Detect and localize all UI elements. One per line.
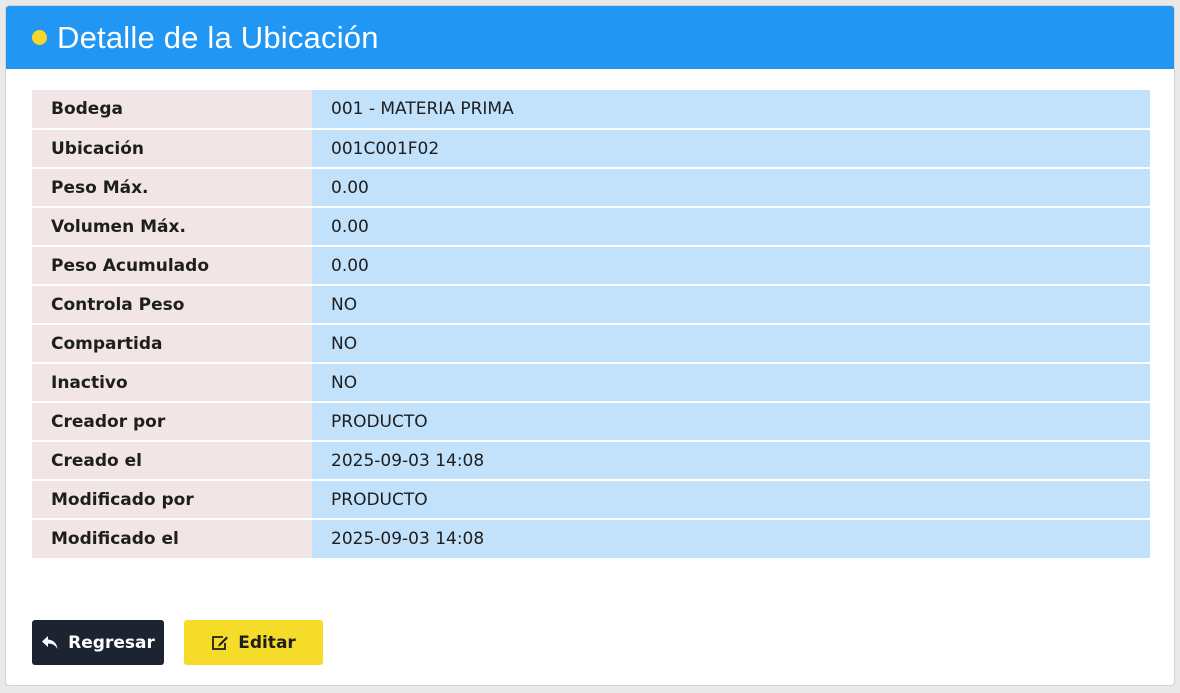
row-value: 2025-09-03 14:08 [312, 519, 1150, 558]
card-header: Detalle de la Ubicación [6, 6, 1174, 69]
row-value: PRODUCTO [312, 402, 1150, 442]
status-dot-icon [32, 30, 47, 45]
row-label: Peso Acumulado [32, 246, 312, 286]
row-label: Modificado el [32, 519, 312, 558]
table-row: Inactivo NO [32, 363, 1150, 403]
row-value: 001 - MATERIA PRIMA [312, 90, 1150, 130]
table-row: Compartida NO [32, 324, 1150, 364]
row-label: Volumen Máx. [32, 207, 312, 247]
location-detail-card: Detalle de la Ubicación Bodega 001 - MAT… [5, 5, 1175, 686]
row-value: 0.00 [312, 168, 1150, 208]
table-row: Creador por PRODUCTO [32, 402, 1150, 442]
table-row: Peso Acumulado 0.00 [32, 246, 1150, 286]
edit-button[interactable]: Editar [184, 620, 323, 665]
table-row: Modificado por PRODUCTO [32, 480, 1150, 520]
row-value: 0.00 [312, 207, 1150, 247]
row-value: 001C001F02 [312, 129, 1150, 169]
page-title: Detalle de la Ubicación [57, 19, 379, 55]
reply-icon [42, 635, 58, 649]
back-button-label: Regresar [68, 632, 155, 653]
table-row: Peso Máx. 0.00 [32, 168, 1150, 208]
table-row: Ubicación 001C001F02 [32, 129, 1150, 169]
row-label: Creado el [32, 441, 312, 481]
row-label: Creador por [32, 402, 312, 442]
back-button[interactable]: Regresar [32, 620, 164, 665]
row-label: Inactivo [32, 363, 312, 403]
table-row: Volumen Máx. 0.00 [32, 207, 1150, 247]
edit-button-label: Editar [238, 632, 296, 653]
row-label: Bodega [32, 90, 312, 130]
detail-table: Bodega 001 - MATERIA PRIMA Ubicación 001… [32, 90, 1150, 558]
row-label: Peso Máx. [32, 168, 312, 208]
row-value: PRODUCTO [312, 480, 1150, 520]
row-label: Compartida [32, 324, 312, 364]
row-value: 0.00 [312, 246, 1150, 286]
row-value: NO [312, 363, 1150, 403]
row-value: NO [312, 324, 1150, 364]
row-value: NO [312, 285, 1150, 325]
table-row: Creado el 2025-09-03 14:08 [32, 441, 1150, 481]
row-label: Modificado por [32, 480, 312, 520]
edit-icon [212, 635, 229, 650]
table-row: Bodega 001 - MATERIA PRIMA [32, 90, 1150, 130]
row-value: 2025-09-03 14:08 [312, 441, 1150, 481]
row-label: Controla Peso [32, 285, 312, 325]
table-row: Controla Peso NO [32, 285, 1150, 325]
table-row: Modificado el 2025-09-03 14:08 [32, 519, 1150, 558]
row-label: Ubicación [32, 129, 312, 169]
